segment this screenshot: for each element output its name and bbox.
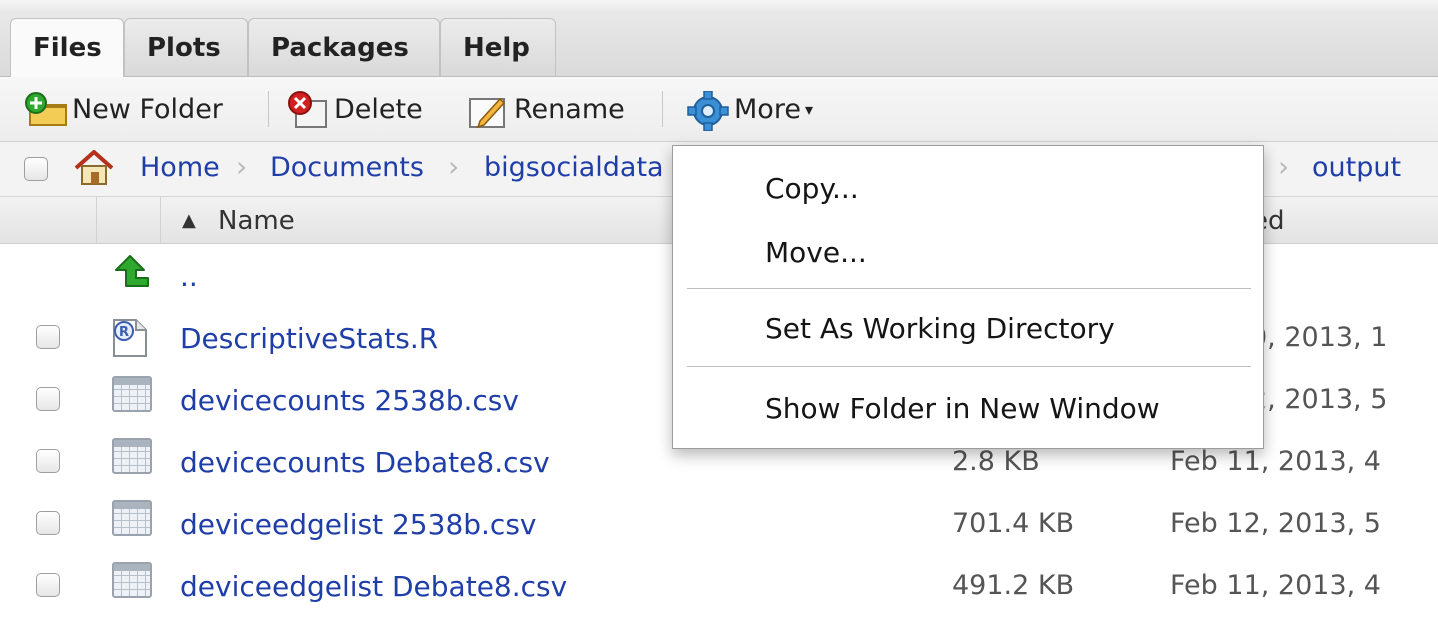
up-arrow-icon — [110, 252, 154, 298]
row-checkbox[interactable] — [36, 325, 60, 349]
file-size: 491.2 KB — [952, 570, 1075, 601]
tab-plots-label: Plots — [147, 33, 221, 63]
rename-button[interactable]: Rename — [466, 89, 625, 129]
svg-text:R: R — [119, 325, 129, 340]
file-name-link[interactable]: deviceedgelist 2538b.csv — [180, 508, 536, 541]
tab-files-label: Files — [33, 33, 102, 63]
breadcrumb-documents[interactable]: Documents — [270, 152, 424, 183]
tab-bar: Files Plots Packages Help — [0, 12, 1438, 77]
menu-item-copy[interactable]: Copy... — [765, 172, 859, 205]
table-row[interactable]: deviceedgelist Debate8.csv 491.2 KB Feb … — [0, 556, 1438, 618]
chevron-down-icon: ▾ — [804, 99, 813, 119]
tab-plots[interactable]: Plots — [124, 18, 248, 76]
r-script-icon: R — [110, 318, 150, 362]
new-folder-label: New Folder — [72, 93, 223, 125]
menu-item-show-folder-new-window[interactable]: Show Folder in New Window — [765, 392, 1160, 425]
file-modified: Feb 11, 2013, 4 — [1170, 570, 1381, 601]
file-size: 701.4 KB — [952, 508, 1075, 539]
rename-label: Rename — [514, 93, 625, 125]
menu-item-move[interactable]: Move... — [765, 236, 867, 269]
tab-packages[interactable]: Packages — [248, 18, 440, 76]
file-name-link[interactable]: devicecounts Debate8.csv — [180, 446, 550, 479]
breadcrumb-bigsocialdata[interactable]: bigsocialdata — [484, 152, 664, 183]
file-modified: 2, 2013, 5 — [1250, 384, 1388, 415]
menu-item-set-working-directory[interactable]: Set As Working Directory — [765, 312, 1115, 345]
rename-icon — [466, 91, 506, 129]
file-name-link[interactable]: devicecounts 2538b.csv — [180, 384, 519, 417]
new-folder-icon — [24, 91, 67, 127]
spreadsheet-icon — [112, 376, 152, 412]
row-checkbox[interactable] — [36, 449, 60, 473]
tab-help-label: Help — [463, 33, 530, 63]
sort-ascending-icon: ▲ — [182, 210, 196, 231]
spreadsheet-icon — [112, 500, 152, 536]
table-row[interactable]: deviceedgelist 2538b.csv 701.4 KB Feb 12… — [0, 494, 1438, 556]
delete-button[interactable]: Delete — [286, 89, 423, 129]
header-icon-column — [96, 197, 161, 243]
spreadsheet-icon — [112, 562, 152, 598]
spreadsheet-icon — [112, 438, 152, 474]
row-checkbox[interactable] — [36, 573, 60, 597]
more-button[interactable]: More ▾ — [686, 89, 813, 132]
breadcrumb-home[interactable]: Home — [140, 152, 220, 183]
new-folder-button[interactable]: New Folder — [24, 89, 223, 129]
toolbar-divider — [268, 91, 269, 127]
file-size: 2.8 KB — [952, 446, 1040, 477]
breadcrumb-separator: › — [1278, 150, 1290, 183]
file-name-link[interactable]: deviceedgelist Debate8.csv — [180, 570, 567, 603]
row-checkbox[interactable] — [36, 387, 60, 411]
file-modified: 0, 2013, 1 — [1250, 322, 1388, 353]
delete-label: Delete — [334, 93, 423, 125]
select-all-checkbox[interactable] — [24, 157, 48, 181]
delete-icon — [286, 91, 327, 128]
header-name-label: Name — [218, 206, 295, 236]
tab-help[interactable]: Help — [440, 18, 556, 76]
gear-icon — [686, 90, 729, 132]
breadcrumb-output[interactable]: output — [1312, 152, 1401, 183]
file-modified: Feb 11, 2013, 4 — [1170, 446, 1381, 477]
file-modified: Feb 12, 2013, 5 — [1170, 508, 1381, 539]
tab-packages-label: Packages — [271, 33, 409, 63]
files-toolbar: New Folder Delete Rename More ▾ — [0, 77, 1438, 142]
more-dropdown-menu: Copy... Move... Set As Working Directory… — [672, 145, 1264, 449]
tab-files[interactable]: Files — [10, 18, 124, 77]
breadcrumb-separator: › — [448, 150, 460, 183]
more-label: More — [734, 93, 801, 125]
home-icon[interactable] — [72, 148, 116, 192]
parent-directory-link[interactable]: .. — [180, 260, 198, 293]
header-check-column — [10, 197, 97, 243]
menu-divider — [687, 366, 1251, 367]
toolbar-divider — [662, 91, 663, 127]
breadcrumb-separator: › — [236, 150, 248, 183]
file-name-link[interactable]: DescriptiveStats.R — [180, 322, 438, 355]
menu-divider — [687, 288, 1251, 289]
row-checkbox[interactable] — [36, 511, 60, 535]
